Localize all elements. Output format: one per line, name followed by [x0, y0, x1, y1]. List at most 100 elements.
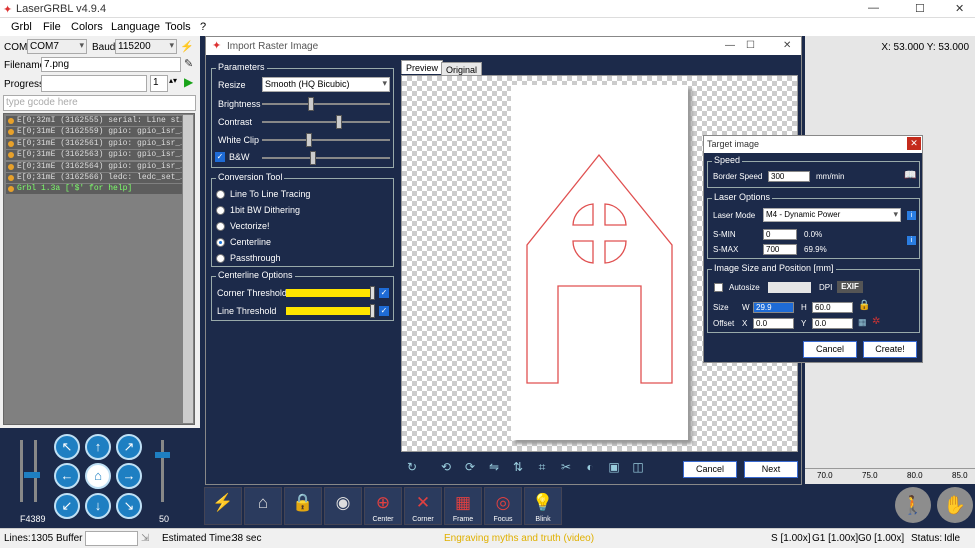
smax-field[interactable]: 700 [763, 244, 797, 255]
smin-field[interactable]: 0 [763, 229, 797, 240]
jog-ne-button[interactable]: ↗ [116, 434, 142, 460]
tool-bulb-button[interactable]: 💡 Blink [524, 487, 562, 525]
corner-threshold-checkbox[interactable]: ✓ [379, 288, 389, 298]
offset-x-field[interactable]: 0.0 [753, 318, 794, 329]
minimize-button[interactable]: — [868, 2, 879, 14]
line-threshold-slider[interactable] [286, 307, 373, 315]
resize-select[interactable]: Smooth (HQ Bicubic) [262, 77, 390, 92]
menu-language[interactable]: Language [111, 21, 160, 33]
contrast-slider[interactable] [262, 115, 390, 129]
laser-mode-info-icon[interactable]: i [907, 211, 916, 220]
conversion-radio[interactable] [216, 190, 225, 199]
slider-thumb[interactable] [307, 97, 314, 111]
brightness-slider[interactable] [262, 97, 390, 111]
slider-thumb[interactable] [335, 115, 342, 129]
connect-icon[interactable]: ⚡ [180, 40, 194, 53]
pass-count-field[interactable]: 1 [150, 75, 168, 92]
invert-icon[interactable]: ◐ [582, 460, 598, 476]
dialog-maximize-button[interactable]: ☐ [746, 40, 755, 51]
speed-help-icon[interactable]: 📖 [904, 170, 916, 181]
crop-icon[interactable]: ⌗ [534, 460, 550, 476]
stop-hand-icon[interactable]: ✋ [937, 487, 973, 523]
run-icon[interactable]: ▶ [184, 75, 193, 89]
auto-trim-icon[interactable]: ✂ [558, 460, 574, 476]
tab-original[interactable]: Original [441, 62, 483, 76]
g0-override[interactable]: G0 [1.00x] [858, 533, 904, 544]
baud-select[interactable]: 115200 [115, 39, 177, 54]
rotate-ccw-icon[interactable]: ⟲ [438, 460, 454, 476]
conversion-radio[interactable] [216, 222, 225, 231]
gcode-input[interactable]: type gcode here [3, 95, 196, 111]
feed-slider-thumb[interactable] [24, 472, 40, 478]
laser-mode-select[interactable]: M4 - Dynamic Power [763, 208, 901, 222]
target-close-button[interactable]: ✕ [907, 137, 921, 150]
width-field[interactable]: 29.9 [753, 302, 794, 313]
tool-home-search-button[interactable]: ⌂ [244, 487, 282, 525]
tool-focus-button[interactable]: ◎ Focus [484, 487, 522, 525]
offset-y-field[interactable]: 0.0 [812, 318, 853, 329]
whiteclip-slider[interactable] [262, 133, 390, 147]
height-field[interactable]: 60.0 [812, 302, 853, 313]
create-button[interactable]: Create! [863, 341, 917, 358]
menu-tools[interactable]: Tools [165, 21, 191, 33]
com-select[interactable]: COM7 [27, 39, 87, 54]
flip-h-icon[interactable]: ⇋ [486, 460, 502, 476]
g1-override[interactable]: G1 [1.00x] [812, 533, 858, 544]
tool-globe-pin-button[interactable]: ◉ [324, 487, 362, 525]
autosize-checkbox[interactable] [714, 283, 723, 292]
conversion-radio[interactable] [216, 254, 225, 263]
line-threshold-thumb[interactable] [370, 304, 375, 318]
tab-preview[interactable]: Preview [401, 60, 444, 74]
console-log[interactable]: E[0;32mI (3162555) serial: Line st… E[0;3… [3, 113, 195, 425]
conversion-radio[interactable] [216, 206, 225, 215]
dialog-close-button[interactable]: ✕ [783, 40, 791, 51]
step-slider-thumb[interactable] [155, 452, 170, 458]
target-cancel-button[interactable]: Cancel [803, 341, 857, 358]
jog-s-button[interactable]: ↓ [85, 493, 111, 519]
crosshair-icon[interactable]: ✲ [872, 316, 880, 327]
menu-colors[interactable]: Colors [71, 21, 103, 33]
bw-slider[interactable] [262, 151, 390, 165]
conversion-radio[interactable] [216, 238, 225, 247]
tool-lightning-button[interactable]: ⚡ [204, 487, 242, 525]
dialog-minimize-button[interactable]: — [725, 40, 735, 51]
news-link[interactable]: Engraving myths and truth (video) [444, 533, 594, 544]
corner-threshold-thumb[interactable] [370, 286, 375, 300]
flip-v-icon[interactable]: ⇅ [510, 460, 526, 476]
dialog-cancel-button[interactable]: Cancel [683, 461, 737, 478]
jog-sw-button[interactable]: ↙ [54, 493, 80, 519]
center-position-icon[interactable]: ▦ [858, 317, 867, 328]
jog-se-button[interactable]: ↘ [116, 493, 142, 519]
maximize-button[interactable]: ☐ [915, 2, 925, 15]
tool-corner-button[interactable]: ✕ Corner [404, 487, 442, 525]
jog-w-button[interactable]: ← [54, 463, 80, 489]
rotate-icon[interactable]: ↻ [404, 460, 420, 476]
spindle-override[interactable]: S [1.00x] [771, 533, 810, 544]
exif-button[interactable]: EXIF [837, 281, 863, 293]
dpi-field[interactable] [768, 282, 811, 293]
border-icon[interactable]: ▣ [606, 460, 622, 476]
grayscale-icon[interactable]: ◫ [630, 460, 646, 476]
line-threshold-checkbox[interactable]: ✓ [379, 306, 389, 316]
tool-lock-button[interactable]: 🔒 [284, 487, 322, 525]
close-button[interactable]: ✕ [955, 2, 964, 15]
rotate-cw-icon[interactable]: ⟳ [462, 460, 478, 476]
console-scrollbar[interactable] [183, 115, 193, 423]
menu-grbl[interactable]: Grbl [11, 21, 32, 33]
menu-file[interactable]: File [43, 21, 61, 33]
jog-e-button[interactable]: → [116, 463, 142, 489]
open-file-icon[interactable]: ✎ [184, 57, 193, 70]
slider-thumb[interactable] [306, 133, 313, 147]
pass-spinner[interactable]: ▴▾ [169, 76, 177, 85]
bw-checkbox[interactable]: ✓ [215, 152, 225, 162]
aspect-lock-icon[interactable]: 🔒 [858, 300, 870, 311]
jog-home-button[interactable]: ⌂ [85, 463, 111, 489]
jog-nw-button[interactable]: ↖ [54, 434, 80, 460]
tool-center-button[interactable]: ⊕ Center [364, 487, 402, 525]
walk-icon[interactable]: 🚶 [895, 487, 931, 523]
slider-thumb[interactable] [310, 151, 317, 165]
filename-field[interactable]: 7.png [41, 57, 181, 72]
border-speed-field[interactable]: 300 [768, 171, 810, 182]
jog-n-button[interactable]: ↑ [85, 434, 111, 460]
menu-help[interactable]: ? [200, 21, 206, 33]
